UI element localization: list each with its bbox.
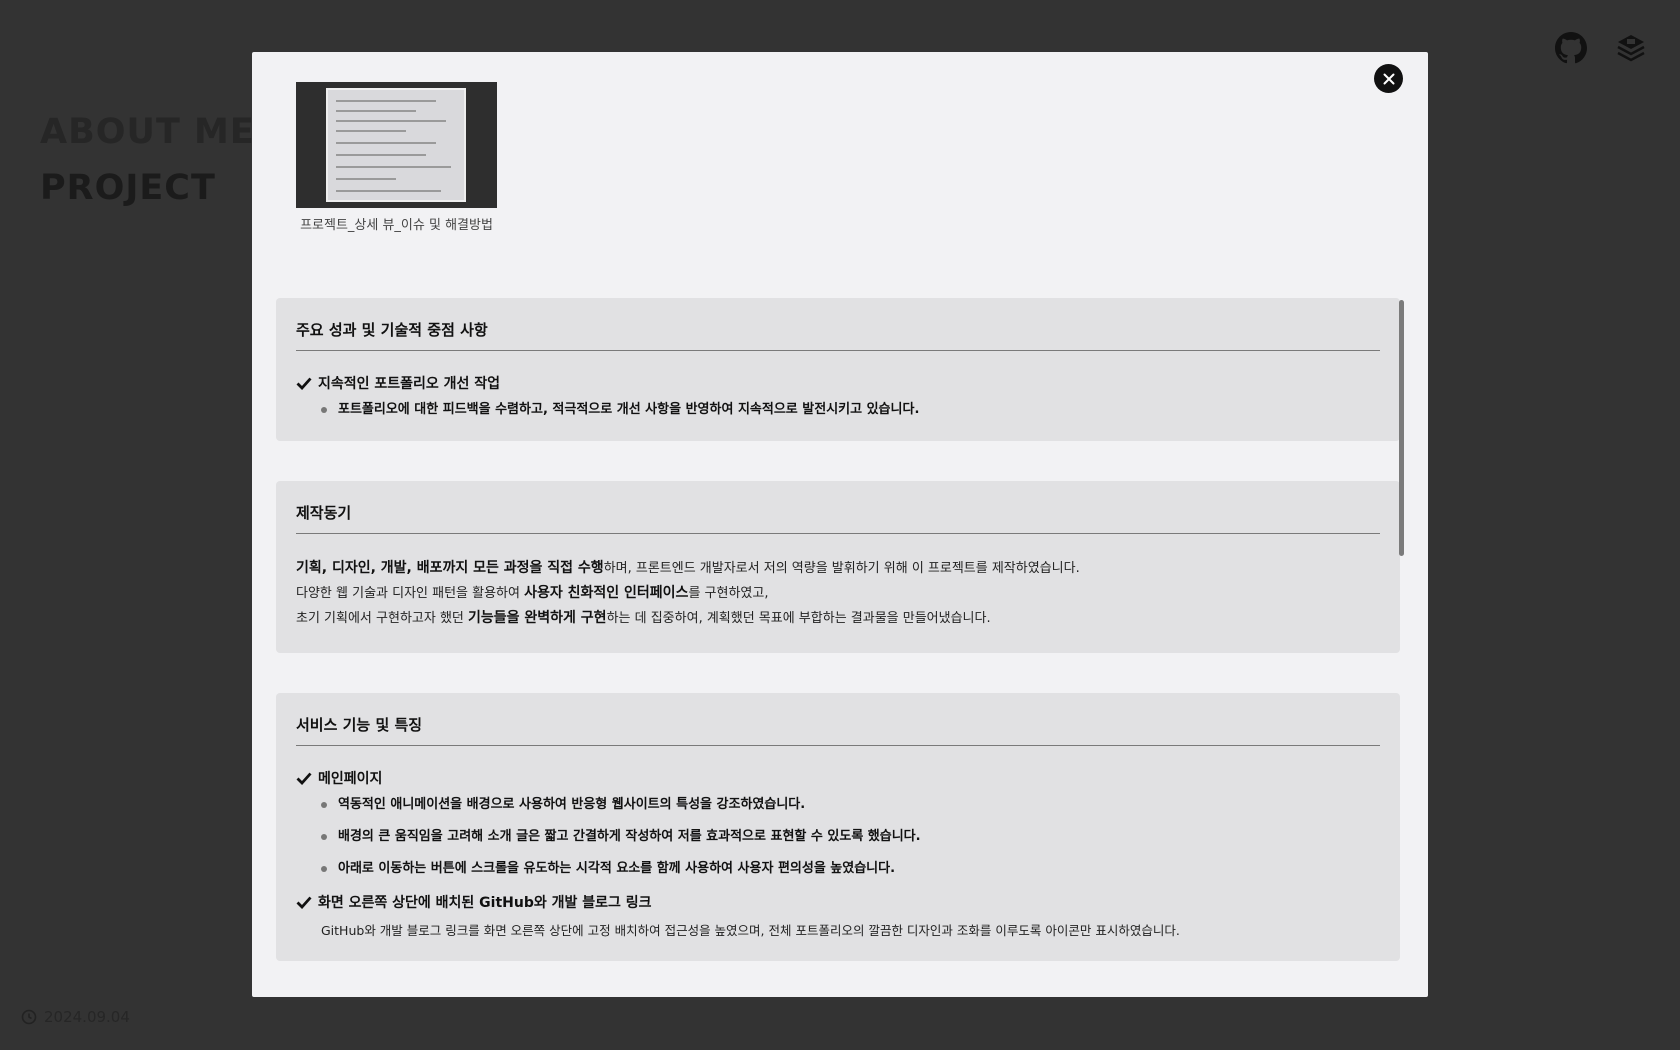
date-text: 2024.09.04 — [44, 1008, 130, 1026]
motivation-card: 제작동기 기획, 디자인, 개발, 배포까지 모든 과정을 직접 수행하며, 프… — [276, 481, 1400, 653]
check-item-title: 지속적인 포트폴리오 개선 작업 — [318, 376, 501, 392]
close-button[interactable] — [1374, 64, 1403, 93]
check-item-title: 화면 오른쪽 상단에 배치된 GitHub와 개발 블로그 링크 — [318, 895, 652, 911]
card-title: 제작동기 — [296, 502, 1380, 534]
nav-about-me[interactable]: ABOUT ME — [40, 104, 255, 160]
clock-icon — [21, 1009, 37, 1025]
check-icon — [296, 896, 312, 909]
features-card: 서비스 기능 및 특징 메인페이지 역동적인 애니메이션을 배경으로 사용하여 … — [276, 693, 1400, 961]
list-item: 배경의 큰 움직임을 고려해 소개 글은 짧고 간결하게 작성하여 저를 효과적… — [321, 828, 1380, 846]
modal-content-scroll[interactable]: 주요 성과 및 기술적 중점 사항 지속적인 포트폴리오 개선 작업 포트폴리오… — [276, 298, 1400, 976]
close-icon — [1383, 73, 1394, 84]
thumbnail-image[interactable] — [296, 82, 497, 208]
thumbnail-caption: 프로젝트_상세 뷰_이슈 및 해결방법 — [300, 218, 493, 233]
motivation-line-2: 다양한 웹 기술과 디자인 패턴을 활용하여 사용자 친화적인 인터페이스를 구… — [296, 585, 769, 601]
scrollbar-thumb[interactable] — [1399, 300, 1404, 556]
nav-project[interactable]: PROJECT — [40, 160, 255, 216]
list-item: 아래로 이동하는 버튼에 스크롤을 유도하는 시각적 요소를 함께 사용하여 사… — [321, 860, 1380, 878]
github-icon[interactable] — [1555, 32, 1588, 64]
list-item: 역동적인 애니메이션을 배경으로 사용하여 반응형 웹사이트의 특성을 강조하였… — [321, 796, 1380, 814]
achievements-card: 주요 성과 및 기술적 중점 사항 지속적인 포트폴리오 개선 작업 포트폴리오… — [276, 298, 1400, 441]
check-icon — [296, 377, 312, 390]
card-title: 서비스 기능 및 특징 — [296, 714, 1380, 746]
list-item: 포트폴리오에 대한 피드백을 수렴하고, 적극적으로 개선 사항을 반영하여 지… — [321, 401, 1380, 419]
check-item-title: 메인페이지 — [318, 771, 383, 787]
check-icon — [296, 772, 312, 785]
check-item: 지속적인 포트폴리오 개선 작업 — [296, 373, 1380, 393]
check-item: 메인페이지 — [296, 768, 1380, 788]
project-thumbnail[interactable]: 프로젝트_상세 뷰_이슈 및 해결방법 — [296, 82, 497, 233]
background-nav: ABOUT ME PROJECT — [40, 104, 255, 216]
motivation-line-1: 기획, 디자인, 개발, 배포까지 모든 과정을 직접 수행하며, 프론트엔드 … — [296, 560, 1080, 576]
check-item-description: GitHub와 개발 블로그 링크를 화면 오른쪽 상단에 고정 배치하여 접근… — [321, 923, 1180, 938]
blog-icon[interactable] — [1615, 32, 1647, 64]
check-item: 화면 오른쪽 상단에 배치된 GitHub와 개발 블로그 링크 — [296, 892, 1380, 912]
card-title: 주요 성과 및 기술적 중점 사항 — [296, 319, 1380, 351]
date-stamp: 2024.09.04 — [21, 1008, 130, 1026]
project-detail-modal: 프로젝트_상세 뷰_이슈 및 해결방법 주요 성과 및 기술적 중점 사항 지속… — [252, 52, 1428, 997]
motivation-line-3: 초기 기획에서 구현하고자 했던 기능들을 완벽하게 구현하는 데 집중하여, … — [296, 610, 991, 626]
